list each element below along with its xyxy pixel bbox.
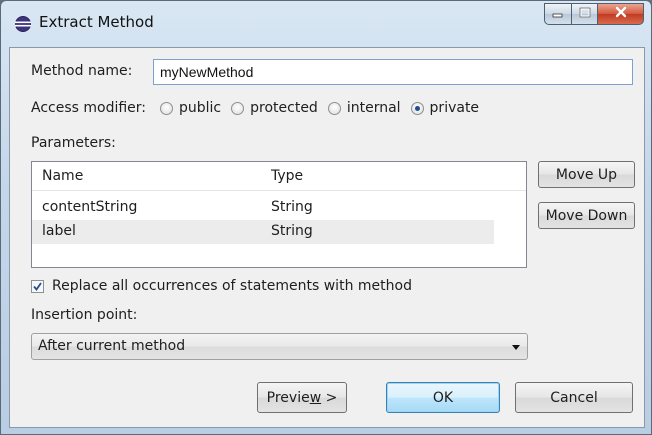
insertion-point-select[interactable]: After current method (31, 333, 528, 360)
access-modifier-group: public protected internal private (160, 100, 489, 116)
table-row[interactable]: label String (32, 220, 494, 244)
move-down-button[interactable]: Move Down (538, 202, 635, 229)
maximize-button[interactable] (572, 3, 598, 25)
method-name-input[interactable] (153, 59, 633, 85)
cancel-button[interactable]: Cancel (515, 382, 633, 413)
radio-internal-label: internal (346, 100, 401, 116)
method-name-label: Method name: (31, 63, 133, 79)
radio-public-button[interactable] (160, 101, 173, 115)
extract-method-dialog: Extract Method Method name: Access modi (0, 0, 652, 435)
radio-public[interactable]: public (160, 100, 221, 116)
replace-occurrences-label[interactable]: Replace all occurrences of statements wi… (52, 278, 412, 294)
dialog-body: Method name: Access modifier: public pro… (9, 47, 645, 428)
replace-occurrences-checkbox[interactable] (31, 280, 44, 293)
move-up-button[interactable]: Move Up (538, 161, 635, 188)
ok-button[interactable]: OK (386, 382, 500, 413)
radio-protected[interactable]: protected (231, 100, 318, 116)
radio-protected-button[interactable] (231, 101, 245, 115)
title-bar[interactable]: Extract Method (1, 1, 651, 47)
param-name-cell: contentString (42, 199, 138, 215)
radio-private-label: private (429, 100, 480, 116)
radio-protected-label: protected (250, 100, 318, 116)
access-modifier-label: Access modifier: (31, 100, 147, 116)
window-controls (544, 3, 644, 27)
parameters-label: Parameters: (31, 135, 116, 151)
param-name-cell: label (42, 223, 76, 239)
window-title: Extract Method (39, 13, 154, 31)
minimize-icon (552, 6, 564, 22)
close-button[interactable] (598, 3, 644, 25)
radio-private[interactable]: private (410, 100, 480, 116)
table-header: Name Type (32, 162, 526, 191)
param-type-cell: String (271, 199, 313, 215)
insertion-point-label: Insertion point: (31, 307, 138, 323)
radio-internal-button[interactable] (327, 101, 341, 115)
parameters-table[interactable]: Name Type contentString String label Str… (31, 161, 527, 268)
close-icon (614, 6, 628, 22)
column-header-type[interactable]: Type (271, 168, 303, 184)
insertion-point-value: After current method (38, 338, 186, 354)
preview-button-label: Preview > (266, 389, 338, 406)
radio-internal[interactable]: internal (327, 100, 401, 116)
eclipse-icon (14, 15, 32, 33)
param-type-cell: String (271, 223, 313, 239)
chevron-down-icon (511, 340, 521, 354)
minimize-button[interactable] (544, 3, 572, 25)
radio-public-label: public (179, 100, 222, 116)
column-header-name[interactable]: Name (42, 168, 83, 184)
radio-private-button[interactable] (410, 101, 424, 115)
preview-button[interactable]: Preview > (257, 382, 347, 413)
table-row[interactable]: contentString String (32, 196, 494, 220)
maximize-icon (579, 6, 591, 22)
